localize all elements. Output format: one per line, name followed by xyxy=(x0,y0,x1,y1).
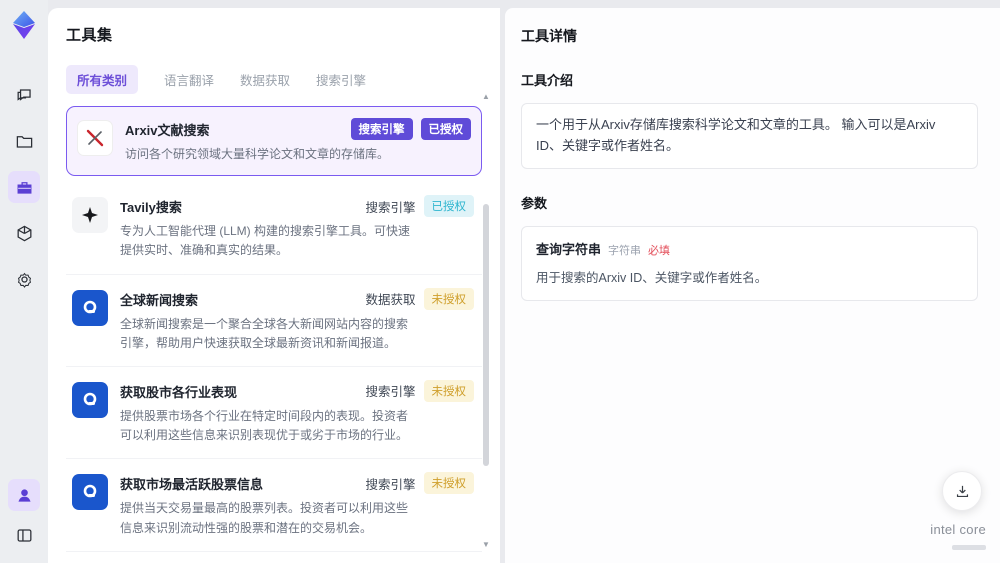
tool-name: 全球新闻搜索 xyxy=(120,292,199,308)
category-label: 数据获取 xyxy=(365,293,416,308)
app-logo-icon[interactable] xyxy=(8,9,40,41)
tavily-star-icon xyxy=(72,197,108,234)
tab-search-engine[interactable]: 搜索引擎 xyxy=(316,65,366,94)
tool-detail-panel: 工具详情 工具介绍 一个用于从Arxiv存储库搜索科学论文和文章的工具。 输入可… xyxy=(505,8,1000,563)
tool-list-panel: 工具集 所有类别 语言翻译 数据获取 搜索引擎 Arxiv文献搜索 搜索引擎 已… xyxy=(48,8,500,563)
news-service-icon xyxy=(72,289,108,326)
page-title: 工具集 xyxy=(66,27,113,44)
tool-card-arxiv[interactable]: Arxiv文献搜索 搜索引擎 已授权 访问各个研究领域大量科学论文和文章的存储库… xyxy=(66,106,482,177)
news-service-icon xyxy=(72,381,108,418)
settings-icon[interactable] xyxy=(8,263,40,295)
auth-status-badge: 未授权 xyxy=(423,287,474,310)
auth-status-badge: 未授权 xyxy=(423,472,474,495)
tool-card-sector-performance[interactable]: 获取股市各行业表现 搜索引擎 未授权 提供股票市场各个行业在特定时间段内的表现。… xyxy=(66,367,482,460)
tool-card-global-news[interactable]: 全球新闻搜索 数据获取 未授权 全球新闻搜索是一个聚合全球各大新闻网站内容的搜索… xyxy=(66,275,482,367)
cube-icon[interactable] xyxy=(8,217,40,249)
intel-core-sub-badge xyxy=(952,545,986,550)
tool-card-active-stocks[interactable]: 获取市场最活跃股票信息 搜索引擎 未授权 提供当天交易量最高的股票列表。投资者可… xyxy=(66,459,482,552)
toolbox-icon[interactable] xyxy=(8,171,40,203)
tool-description: 提供当天交易量最高的股票列表。投资者可以利用这些信息来识别流动性强的股票和潜在的… xyxy=(120,501,409,535)
left-rail xyxy=(0,0,48,563)
auth-status-badge: 已授权 xyxy=(420,118,471,140)
chat-icon[interactable] xyxy=(8,79,40,111)
auth-status-badge: 未授权 xyxy=(423,379,474,402)
category-label: 搜索引擎 xyxy=(365,200,416,215)
param-required-flag: 必填 xyxy=(648,244,671,257)
tab-language-translation[interactable]: 语言翻译 xyxy=(164,65,214,94)
download-button[interactable] xyxy=(942,471,982,511)
arxiv-logo-icon xyxy=(77,120,113,156)
app-window: 工具集 所有类别 语言翻译 数据获取 搜索引擎 Arxiv文献搜索 搜索引擎 已… xyxy=(0,0,1000,563)
param-card: 查询字符串 字符串 必填 用于搜索的Arxiv ID、关键字或作者姓名。 xyxy=(521,225,978,301)
download-icon xyxy=(956,485,968,497)
tool-name: Tavily搜索 xyxy=(120,200,182,216)
tool-card-tavily[interactable]: Tavily搜索 搜索引擎 已授权 专为人工智能代理 (LLM) 构建的搜索引擎… xyxy=(66,182,482,275)
detail-title: 工具详情 xyxy=(521,28,577,44)
tool-card-regional-news[interactable]: 万维地区新闻查询 搜索引擎 未授权 查询具体行政区划内的新闻，快速了解各地新闻动 xyxy=(66,552,482,563)
folder-icon[interactable] xyxy=(8,125,40,157)
tool-name: 获取股市各行业表现 xyxy=(120,384,238,400)
scroll-up-icon[interactable]: ▲ xyxy=(481,92,491,101)
category-label: 搜索引擎 xyxy=(365,477,416,492)
intro-box: 一个用于从Arxiv存储库搜索科学论文和文章的工具。 输入可以是Arxiv ID… xyxy=(521,103,978,169)
tool-description: 提供股票市场各个行业在特定时间段内的表现。投资者可以利用这些信息来识别表现优于或… xyxy=(120,408,409,443)
category-label: 搜索引擎 xyxy=(365,385,416,400)
intro-heading: 工具介绍 xyxy=(521,73,574,88)
tool-card-list: Arxiv文献搜索 搜索引擎 已授权 访问各个研究领域大量科学论文和文章的存储库… xyxy=(66,106,482,563)
tool-name: Arxiv文献搜索 xyxy=(125,123,210,138)
param-name: 查询字符串 xyxy=(536,241,602,257)
tool-name: 获取市场最活跃股票信息 xyxy=(120,477,264,493)
tool-description: 全球新闻搜索是一个聚合全球各大新闻网站内容的搜索引擎，帮助用户快速获取全球最新资… xyxy=(120,316,409,350)
list-scrollbar[interactable]: ▲ ▼ xyxy=(481,92,491,549)
params-heading: 参数 xyxy=(521,195,548,211)
category-badge: 搜索引擎 xyxy=(350,118,413,140)
param-description: 用于搜索的Arxiv ID、关键字或作者姓名。 xyxy=(536,270,768,285)
tool-description: 访问各个研究领域大量科学论文和文章的存储库。 xyxy=(125,147,390,161)
tool-description: 专为人工智能代理 (LLM) 构建的搜索引擎工具。可快速提供实时、准确和真实的结… xyxy=(120,224,411,258)
tab-all-categories[interactable]: 所有类别 xyxy=(66,65,139,94)
intro-text: 一个用于从Arxiv存储库搜索科学论文和文章的工具。 输入可以是Arxiv ID… xyxy=(536,117,936,153)
panel-toggle-icon[interactable] xyxy=(8,519,40,551)
auth-status-badge: 已授权 xyxy=(423,195,474,218)
intel-core-text: intel core xyxy=(930,522,986,537)
user-icon[interactable] xyxy=(8,479,40,511)
news-service-icon xyxy=(72,474,108,511)
scroll-down-icon[interactable]: ▼ xyxy=(481,540,491,549)
intel-core-logo: intel core xyxy=(930,522,986,555)
tab-data-fetch[interactable]: 数据获取 xyxy=(240,65,290,94)
category-tabs: 所有类别 语言翻译 数据获取 搜索引擎 xyxy=(66,65,482,94)
param-type: 字符串 xyxy=(608,244,642,257)
scrollbar-thumb[interactable] xyxy=(483,204,489,466)
